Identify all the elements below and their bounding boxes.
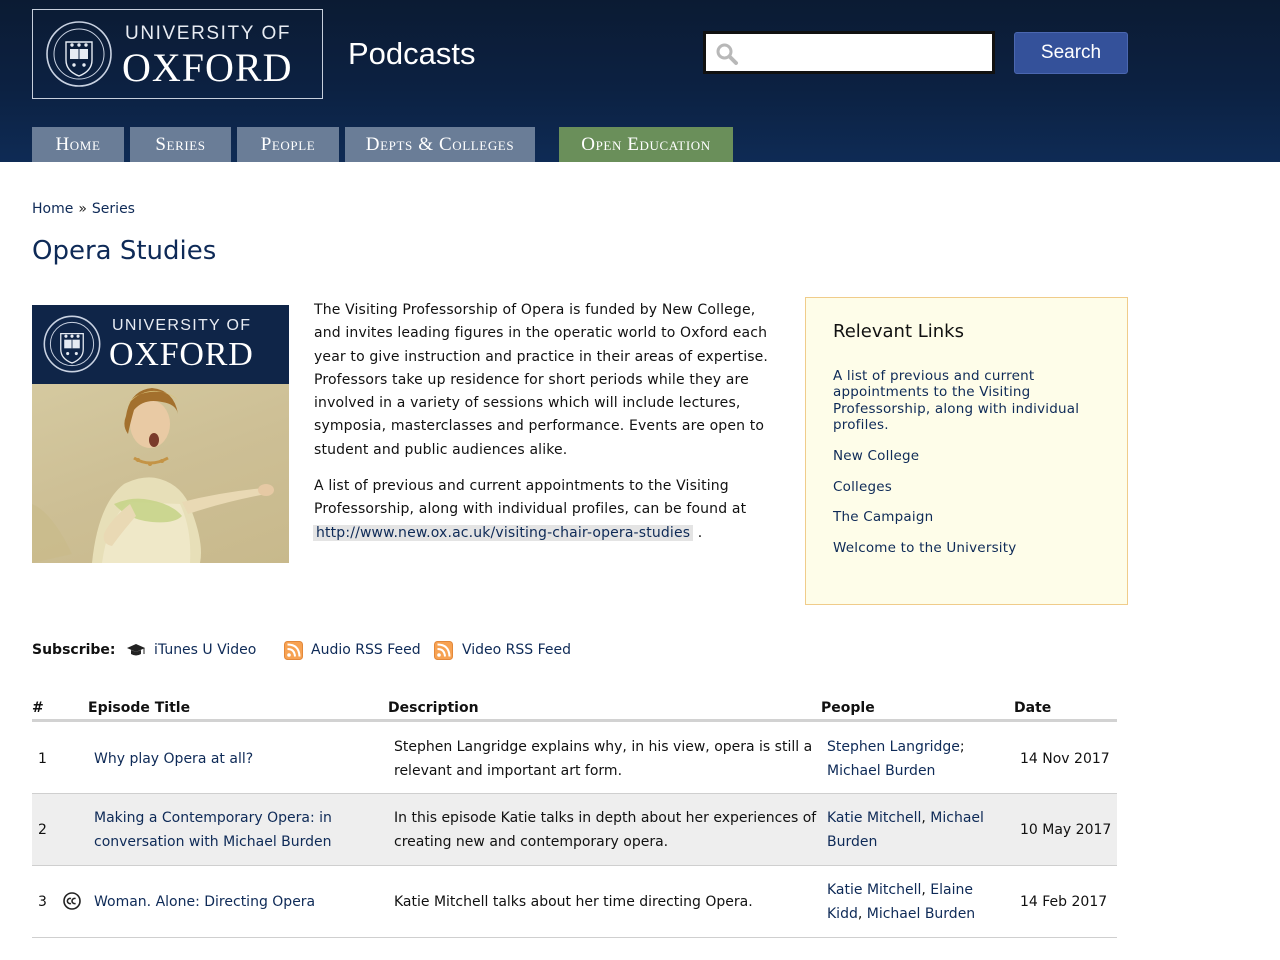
episode-description: In this episode Katie talks in depth abo… <box>394 810 817 850</box>
search-box[interactable] <box>703 31 995 74</box>
description-paragraph: The Visiting Professorship of Opera is f… <box>314 302 769 458</box>
people-separator: , <box>857 906 867 922</box>
column-header-number: # <box>32 700 44 716</box>
subscribe-itunes-link[interactable]: iTunes U Video <box>154 642 256 658</box>
creative-commons-icon <box>63 892 81 910</box>
series-artwork: UNIVERSITY OF OXFORD <box>32 305 289 563</box>
person-link[interactable]: Katie Mitchell <box>827 882 921 898</box>
series-description: The Visiting Professorship of Opera is f… <box>313 299 774 558</box>
table-row: 2 Making a Contemporary Opera: in conver… <box>32 794 1117 866</box>
opera-singer-illustration <box>32 388 274 563</box>
people-separator: , <box>921 810 931 826</box>
column-header-people: People <box>821 700 875 716</box>
site-title[interactable]: Podcasts <box>348 36 476 72</box>
visiting-chair-link[interactable]: http://www.new.ox.ac.uk/visiting-chair-o… <box>313 524 694 541</box>
artwork-logo-line-2: OXFORD <box>109 336 254 373</box>
episode-date: 14 Nov 2017 <box>1020 751 1110 767</box>
breadcrumb: Home » Series <box>32 201 135 217</box>
episode-people: Katie Mitchell, Michael Burden <box>827 806 997 854</box>
mortarboard-icon <box>127 644 145 656</box>
episode-description: Katie Mitchell talks about her time dire… <box>394 894 753 910</box>
search-icon <box>716 43 738 65</box>
university-logo[interactable]: UNIVERSITY OF OXFORD <box>32 9 323 99</box>
nav-tab-open-education[interactable]: Open Education <box>559 127 733 162</box>
relevant-link-welcome[interactable]: Welcome to the University <box>833 540 1016 556</box>
column-header-date[interactable]: Date <box>1014 700 1051 716</box>
person-link[interactable]: Stephen Langridge <box>827 739 960 755</box>
rss-icon[interactable] <box>284 641 303 660</box>
site-header: UNIVERSITY OF OXFORD Podcasts Search Hom… <box>0 0 1280 162</box>
page-title: Opera Studies <box>32 236 217 266</box>
relevant-links-title: Relevant Links <box>833 321 964 342</box>
people-separator: ; <box>959 739 965 755</box>
episode-title-link[interactable]: Making a Contemporary Opera: in conversa… <box>94 806 356 854</box>
subscribe-label: Subscribe: <box>32 642 116 658</box>
nav-tab-people[interactable]: People <box>237 127 339 162</box>
logo-line-2: OXFORD <box>122 45 293 90</box>
series-artwork-banner: UNIVERSITY OF OXFORD <box>32 305 289 384</box>
column-header-description: Description <box>388 700 479 716</box>
nav-tab-depts-colleges[interactable]: Depts & Colleges <box>345 127 535 162</box>
episode-people: Katie Mitchell, Elaine Kidd, Michael Bur… <box>827 878 997 926</box>
description-suffix: . <box>697 524 703 541</box>
nav-tab-series[interactable]: Series <box>130 127 231 162</box>
person-link[interactable]: Katie Mitchell <box>827 810 921 826</box>
nav-tab-home[interactable]: Home <box>32 127 124 162</box>
search-input[interactable] <box>746 40 990 68</box>
artwork-logo-line-1: UNIVERSITY OF <box>112 317 252 334</box>
breadcrumb-series-link[interactable]: Series <box>92 201 135 217</box>
person-link[interactable]: Michael Burden <box>867 906 975 922</box>
breadcrumb-home-link[interactable]: Home <box>32 201 73 217</box>
search-button[interactable]: Search <box>1014 32 1128 74</box>
episode-people: Stephen Langridge; Michael Burden <box>827 735 997 783</box>
episode-number: 2 <box>38 822 47 838</box>
episode-number: 3 <box>38 894 47 910</box>
description-text: A list of previous and current appointme… <box>314 478 747 518</box>
episode-date: 10 May 2017 <box>1020 822 1112 838</box>
rss-icon[interactable] <box>434 641 453 660</box>
people-separator: , <box>921 882 931 898</box>
relevant-link-colleges[interactable]: Colleges <box>833 479 892 495</box>
table-row: 1 Why play Opera at all? Stephen Langrid… <box>32 722 1117 794</box>
subscribe-audio-rss-link[interactable]: Audio RSS Feed <box>311 642 421 658</box>
relevant-link-the-campaign[interactable]: The Campaign <box>833 509 933 525</box>
relevant-links-panel: Relevant Links A list of previous and cu… <box>805 297 1128 605</box>
column-header-episode-title[interactable]: Episode Title <box>88 700 190 716</box>
oxford-crest-icon <box>46 21 112 87</box>
person-link[interactable]: Michael Burden <box>827 763 935 779</box>
oxford-crest-icon <box>43 315 101 373</box>
table-row: 3 Woman. Alone: Directing Opera Katie Mi… <box>32 866 1117 938</box>
relevant-link-new-college[interactable]: New College <box>833 448 919 464</box>
episode-description: Stephen Langridge explains why, in his v… <box>394 739 813 779</box>
episode-number: 1 <box>38 751 47 767</box>
logo-line-1: UNIVERSITY OF <box>125 23 292 44</box>
episode-date: 14 Feb 2017 <box>1020 894 1108 910</box>
episode-title-link[interactable]: Why play Opera at all? <box>94 747 364 771</box>
relevant-link-visiting-professorship[interactable]: A list of previous and current appointme… <box>833 368 1103 433</box>
episode-title-link[interactable]: Woman. Alone: Directing Opera <box>94 890 364 914</box>
breadcrumb-separator: » <box>78 201 87 217</box>
subscribe-video-rss-link[interactable]: Video RSS Feed <box>462 642 571 658</box>
description-paragraph: A list of previous and current appointme… <box>313 475 774 545</box>
